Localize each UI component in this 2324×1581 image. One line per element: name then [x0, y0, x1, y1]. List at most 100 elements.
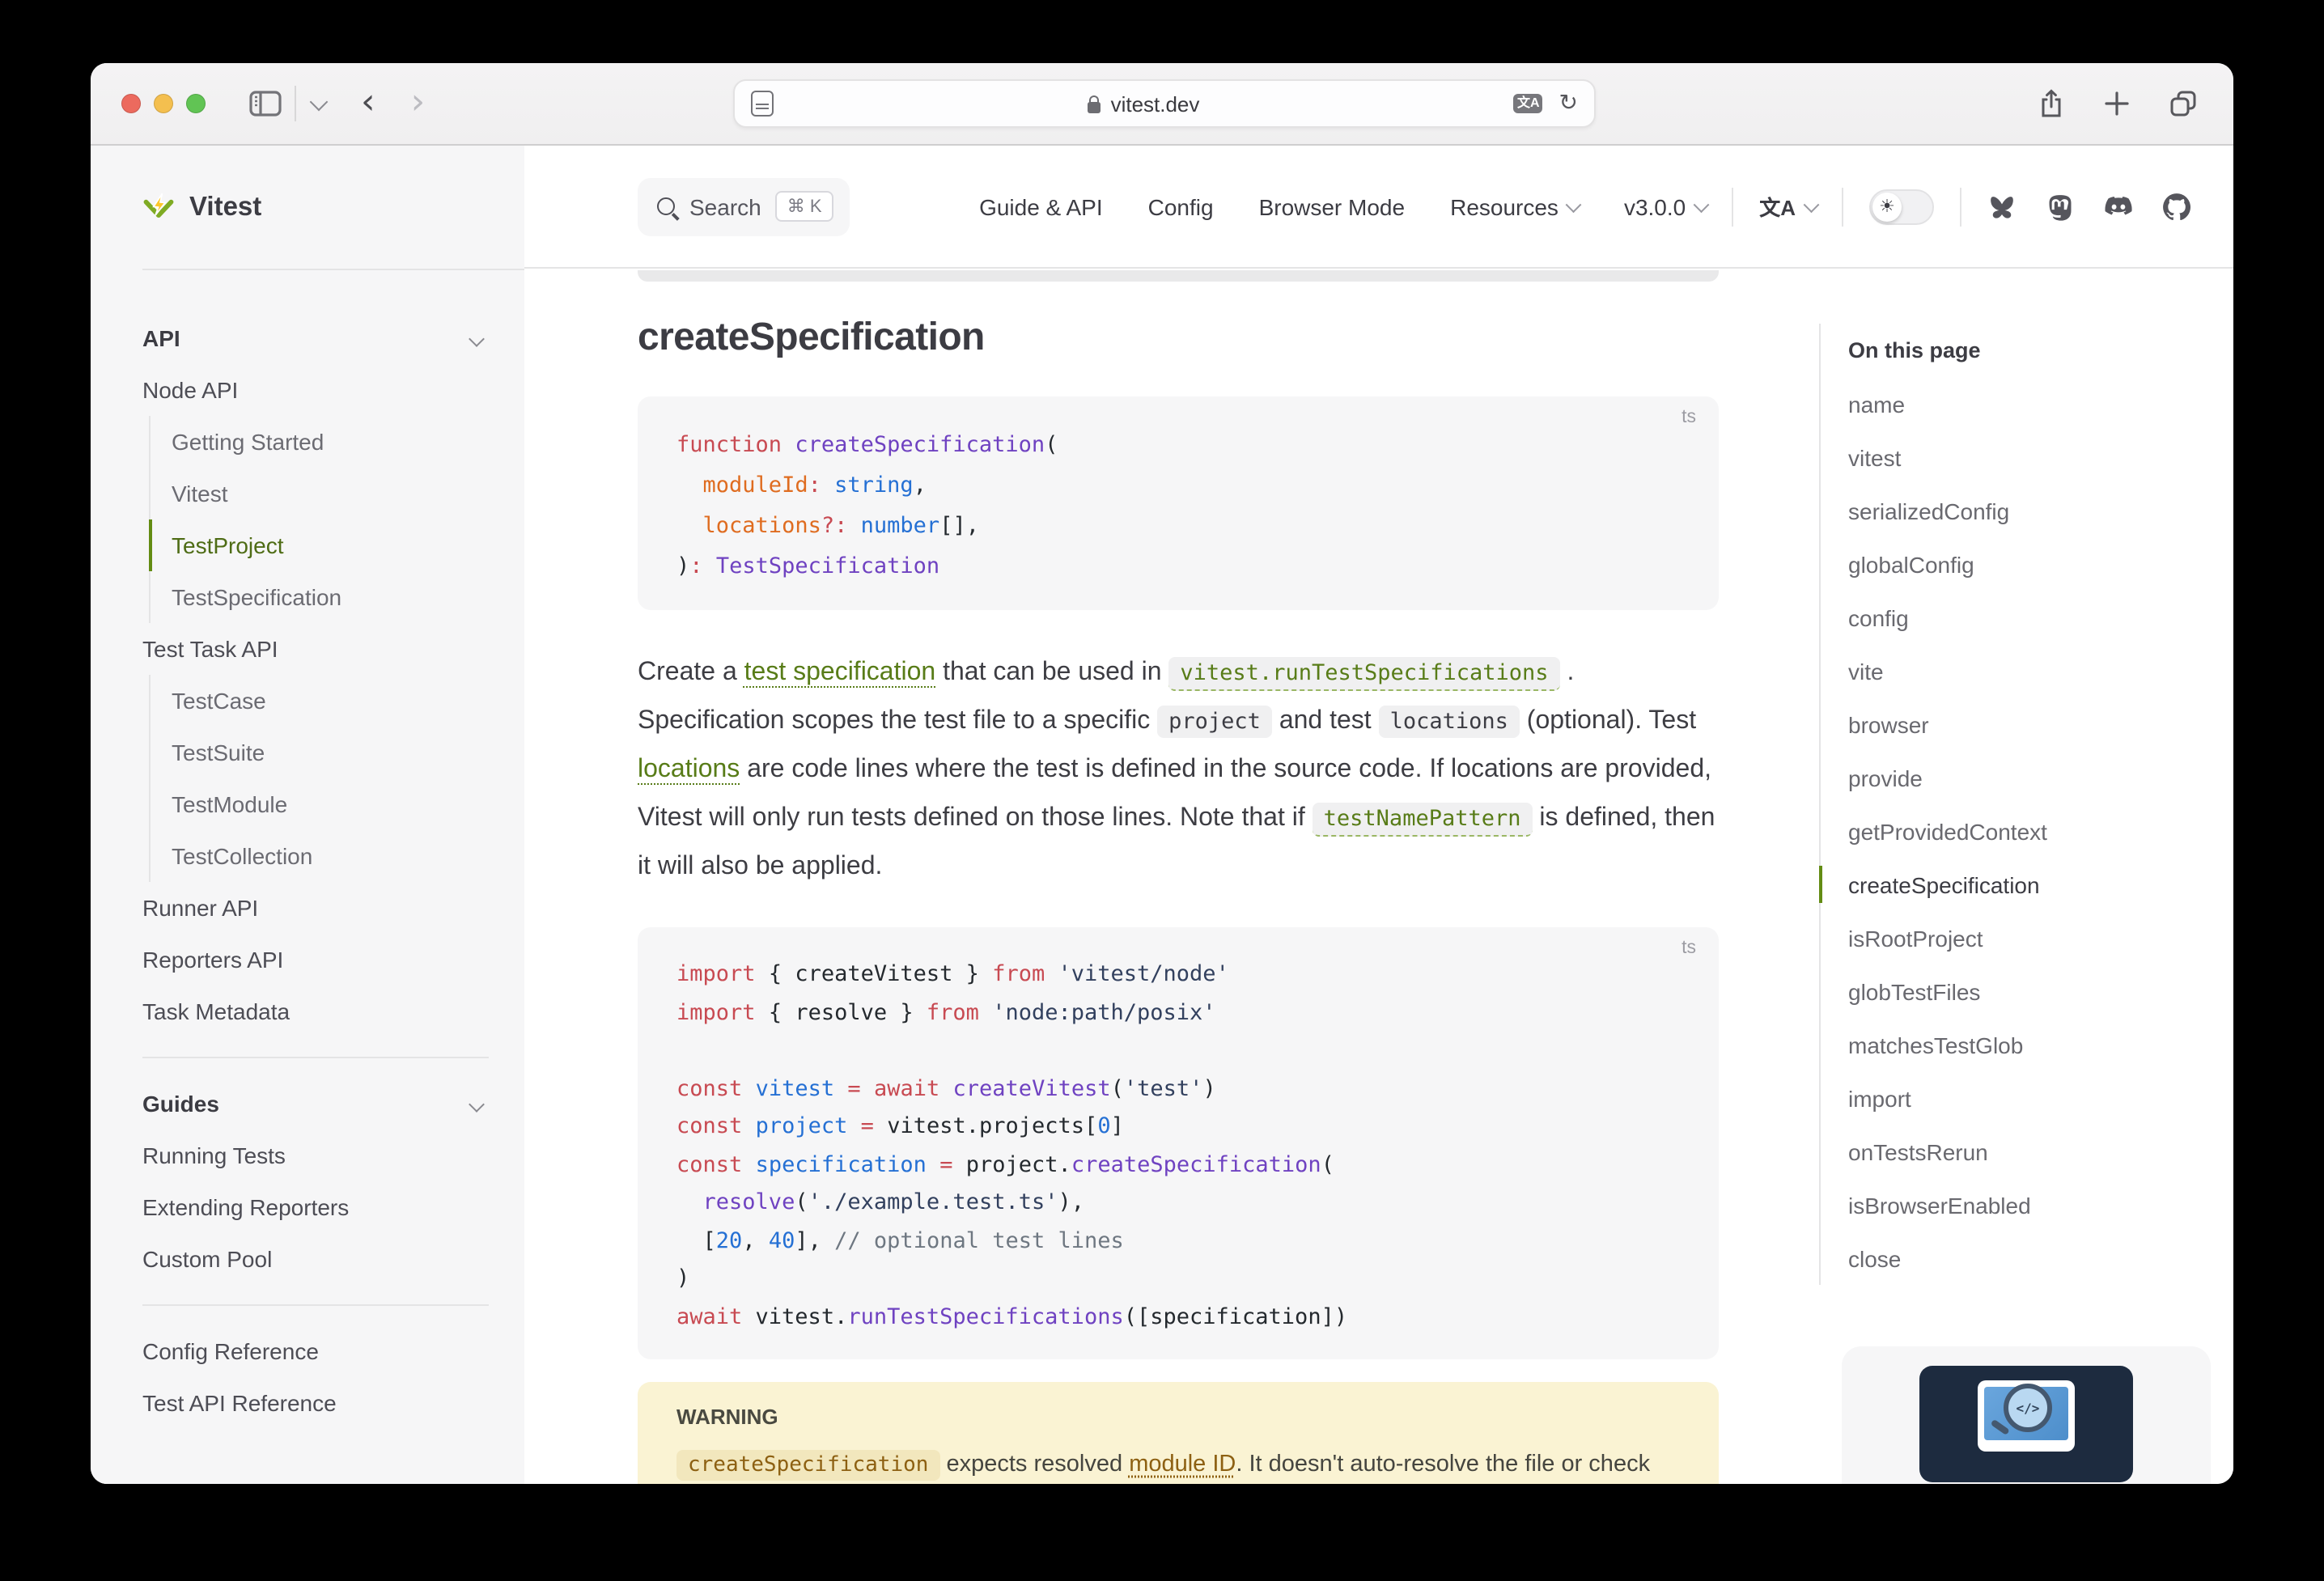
code-token: 0 — [1097, 1113, 1110, 1139]
code-token — [927, 1151, 939, 1177]
sidebar-item-config-reference[interactable]: Config Reference — [142, 1325, 489, 1377]
warning-callout: WARNING createSpecification expects reso… — [638, 1382, 1719, 1484]
toc-item-provide[interactable]: provide — [1821, 751, 2224, 804]
reader-view-icon[interactable] — [751, 91, 774, 117]
nav-item-guide-api[interactable]: Guide & API — [979, 193, 1103, 219]
code-link-testnamepattern[interactable]: testNamePattern — [1313, 803, 1533, 837]
language-button[interactable]: 文A — [1759, 191, 1816, 222]
translate-icon[interactable]: 文A — [1514, 94, 1543, 113]
toc-item-isrootproject[interactable]: isRootProject — [1821, 911, 2224, 964]
code-token — [742, 1075, 755, 1101]
sidebar-item-testsuite[interactable]: TestSuite — [149, 727, 489, 778]
sidebar-item-node-api[interactable]: Node API — [142, 364, 489, 416]
nav-item-resources[interactable]: Resources — [1450, 193, 1579, 219]
toc-item-vitest[interactable]: vitest — [1821, 430, 2224, 484]
toc-item-createspecification[interactable]: createSpecification — [1821, 858, 2224, 911]
sidebar-item-label: Test API Reference — [142, 1390, 337, 1416]
nav-item-label: Config — [1148, 193, 1214, 219]
forward-button[interactable]: › — [411, 87, 426, 120]
sidebar-item-testmodule[interactable]: TestModule — [149, 778, 489, 830]
toc-item-globtestfiles[interactable]: globTestFiles — [1821, 964, 2224, 1018]
sidebar-item-task-metadata[interactable]: Task Metadata — [142, 985, 489, 1037]
code-line: moduleId: string, — [676, 466, 1680, 507]
toc-list: namevitestserializedConfigglobalConfigco… — [1821, 377, 2224, 1285]
sidebar-item-running-tests[interactable]: Running Tests — [142, 1130, 489, 1181]
new-tab-icon[interactable] — [2104, 91, 2130, 117]
code-token: createSpecification — [1071, 1151, 1321, 1177]
chevron-down-icon — [469, 330, 485, 346]
mastodon-icon[interactable] — [2046, 192, 2075, 221]
sidebar-item-testproject[interactable]: TestProject — [149, 519, 489, 571]
reload-icon[interactable]: ↻ — [1559, 91, 1578, 117]
chevron-down-icon[interactable] — [310, 92, 329, 111]
toc-item-close[interactable]: close — [1821, 1231, 2224, 1285]
minimize-window-button[interactable] — [154, 94, 173, 113]
sidebar-item-label: API — [142, 325, 180, 351]
theme-toggle[interactable]: ☀ — [1869, 189, 1934, 224]
search-button[interactable]: Search ⌘ K — [638, 177, 850, 235]
sidebar-item-testspecification[interactable]: TestSpecification — [149, 571, 489, 623]
bluesky-icon[interactable] — [1987, 192, 2017, 221]
nav-item-label: Guide & API — [979, 193, 1103, 219]
discord-icon[interactable] — [2104, 192, 2133, 221]
code-token — [979, 999, 992, 1025]
toc-item-matchestestglob[interactable]: matchesTestGlob — [1821, 1018, 2224, 1071]
nav-item-config[interactable]: Config — [1148, 193, 1214, 219]
link-locations[interactable]: locations — [638, 756, 740, 783]
code-token: from — [992, 961, 1045, 987]
sidebar-item-vitest[interactable]: Vitest — [149, 468, 489, 519]
back-button[interactable]: ‹ — [361, 87, 375, 120]
sidebar-group-divider — [142, 1304, 489, 1306]
sidebar-item-runner-api[interactable]: Runner API — [142, 882, 489, 934]
code-token: locations — [703, 513, 821, 539]
sponsor-card[interactable]: </> — [1842, 1346, 2211, 1484]
tab-overview-icon[interactable] — [2169, 89, 2198, 118]
toc-item-browser[interactable]: browser — [1821, 697, 2224, 751]
sidebar-item-testcase[interactable]: TestCase — [149, 675, 489, 727]
sidebar-item-testcollection[interactable]: TestCollection — [149, 830, 489, 882]
code-token: const — [676, 1151, 742, 1177]
toc-item-config[interactable]: config — [1821, 591, 2224, 644]
share-icon[interactable] — [2038, 88, 2065, 119]
description-paragraph: Create a test specification that can be … — [638, 649, 1719, 892]
article: createSpecification ts function createSp… — [638, 270, 1719, 1484]
zoom-window-button[interactable] — [186, 94, 206, 113]
sidebar-item-api[interactable]: API — [142, 312, 489, 364]
close-window-button[interactable] — [121, 94, 141, 113]
sidebar-item-reporters-api[interactable]: Reporters API — [142, 934, 489, 985]
code-token — [703, 553, 716, 579]
code-line: import { createVitest } from 'vitest/nod… — [676, 956, 1680, 994]
nav-item-browser-mode[interactable]: Browser Mode — [1259, 193, 1406, 219]
vitest-logo[interactable]: Vitest — [91, 146, 524, 269]
sidebar-item-test-task-api[interactable]: Test Task API — [142, 623, 489, 675]
code-token: 'node:path/posix' — [992, 999, 1215, 1025]
link-module-id[interactable]: module ID — [1129, 1452, 1236, 1477]
toc-item-globalconfig[interactable]: globalConfig — [1821, 537, 2224, 591]
sidebar-toggle-icon[interactable] — [249, 91, 282, 117]
github-icon[interactable] — [2162, 192, 2191, 221]
code-token: ( — [795, 1189, 808, 1215]
sidebar-item-test-api-reference[interactable]: Test API Reference — [142, 1377, 489, 1429]
toc-item-serializedconfig[interactable]: serializedConfig — [1821, 484, 2224, 537]
sidebar-item-guides[interactable]: Guides — [142, 1078, 489, 1130]
sidebar-item-getting-started[interactable]: Getting Started — [149, 416, 489, 468]
code-line: const project = vitest.projects[0] — [676, 1108, 1680, 1147]
code-link-vitest-runtestspecifications[interactable]: vitest.runTestSpecifications — [1168, 657, 1559, 691]
toc-item-getprovidedcontext[interactable]: getProvidedContext — [1821, 804, 2224, 858]
nav-item-v3-0-0[interactable]: v3.0.0 — [1624, 193, 1706, 219]
toc-item-name[interactable]: name — [1821, 377, 2224, 430]
address-bar[interactable]: vitest.dev 文A ↻ — [733, 79, 1596, 128]
code-token: 20 — [716, 1227, 743, 1253]
toc-item-isbrowserenabled[interactable]: isBrowserEnabled — [1821, 1178, 2224, 1231]
code-token — [874, 1113, 887, 1139]
sidebar-item-extending-reporters[interactable]: Extending Reporters — [142, 1181, 489, 1233]
toc-item-vite[interactable]: vite — [1821, 644, 2224, 697]
toc-item-ontestsrerun[interactable]: onTestsRerun — [1821, 1125, 2224, 1178]
sidebar-item-custom-pool[interactable]: Custom Pool — [142, 1233, 489, 1285]
site-header: Search ⌘ K Guide & API Config Browser Mode… — [524, 146, 2233, 269]
header-divider — [1960, 187, 1961, 226]
toc-item-import[interactable]: import — [1821, 1071, 2224, 1125]
language-icon: 文A — [1759, 191, 1796, 222]
link-test-specification[interactable]: test specification — [744, 659, 936, 686]
code-token — [676, 1189, 703, 1215]
